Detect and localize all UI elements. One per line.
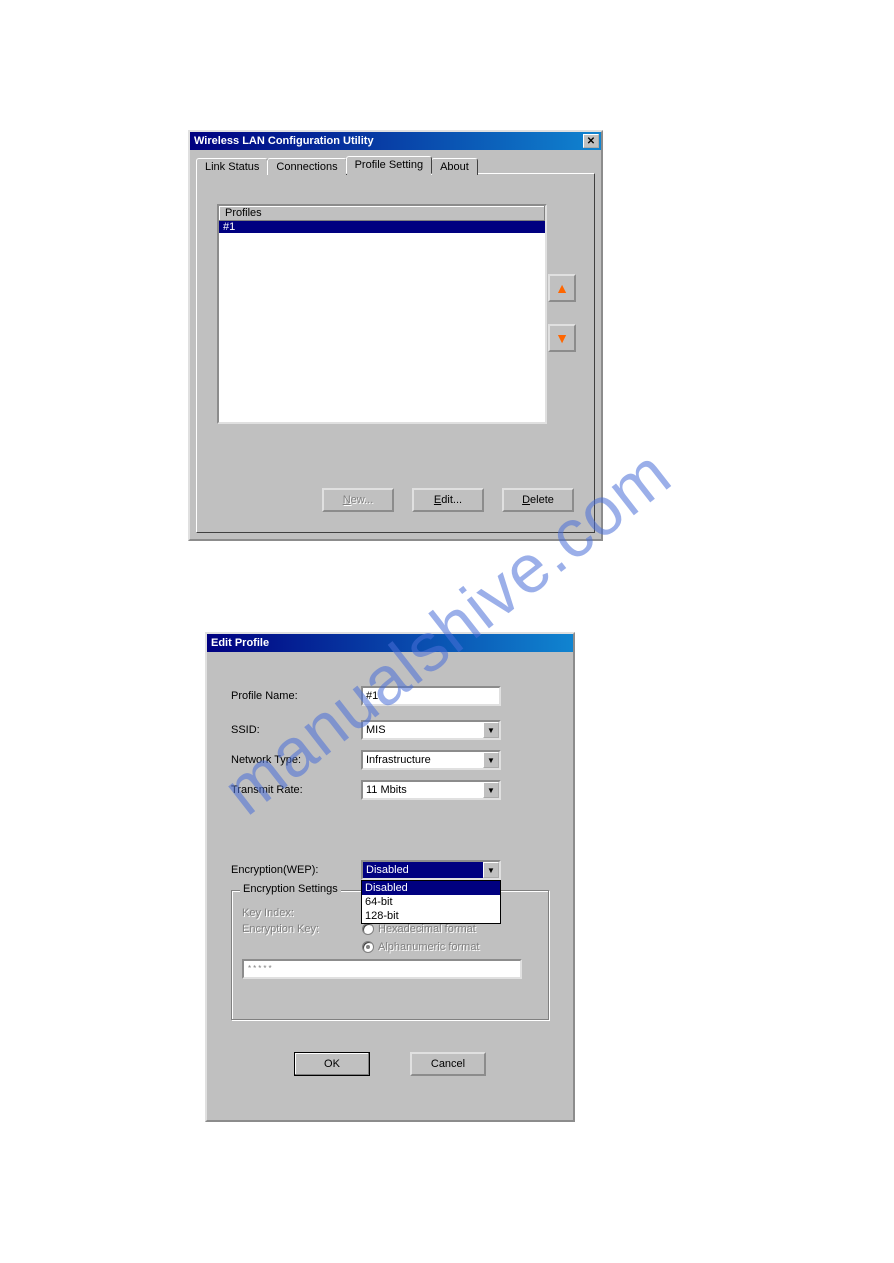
radio-icon [362, 923, 374, 935]
label-network-type: Network Type: [231, 754, 361, 766]
cancel-button[interactable]: Cancel [410, 1052, 486, 1076]
window-wlan-config: Wireless LAN Configuration Utility ✕ Lin… [188, 130, 603, 541]
arrow-down-icon: ▼ [555, 331, 569, 345]
arrow-up-icon: ▲ [555, 281, 569, 295]
row-profile-name: Profile Name: #1 [231, 686, 549, 706]
move-up-button[interactable]: ▲ [548, 274, 576, 302]
radio-icon [362, 941, 374, 953]
tab-profile-setting[interactable]: Profile Setting [346, 156, 432, 174]
combo-enc-text: Disabled [363, 862, 483, 878]
delete-label: Delete [522, 494, 554, 506]
new-label: New... [343, 494, 374, 506]
tab-link-status[interactable]: Link Status [196, 158, 268, 175]
row-encryption: Encryption(WEP): Disabled ▼ Disabled 64-… [231, 860, 549, 880]
label-profile-name: Profile Name: [231, 690, 361, 702]
combo-encryption[interactable]: Disabled ▼ Disabled 64-bit 128-bit [361, 860, 501, 880]
edit-label: Edit... [434, 494, 462, 506]
tab-panel-profile: Profiles #1 ▲ ▼ New... Edit... Delete [196, 173, 595, 533]
tab-strip: Link Status Connections Profile Setting … [196, 156, 595, 173]
combo-tr-text: 11 Mbits [363, 782, 483, 798]
combo-ssid[interactable]: MIS ▼ [361, 720, 501, 740]
dialog-buttons: OK Cancel [231, 1052, 549, 1076]
window-edit-profile: Edit Profile Profile Name: #1 SSID: MIS … [205, 632, 575, 1122]
dropdown-item[interactable]: 128-bit [362, 909, 500, 923]
edit-form: Profile Name: #1 SSID: MIS ▼ Network Typ… [207, 652, 573, 1086]
delete-button[interactable]: Delete [502, 488, 574, 512]
chevron-down-icon[interactable]: ▼ [483, 722, 499, 738]
combo-network-type[interactable]: Infrastructure ▼ [361, 750, 501, 770]
radio-hex[interactable]: Hexadecimal format [362, 923, 476, 935]
row-ssid: SSID: MIS ▼ [231, 720, 549, 740]
profiles-listbox[interactable]: Profiles #1 [217, 204, 547, 424]
chevron-down-icon[interactable]: ▼ [483, 752, 499, 768]
input-encryption-key[interactable]: ***** [242, 959, 522, 979]
chevron-down-icon[interactable]: ▼ [483, 782, 499, 798]
tab-about[interactable]: About [431, 158, 478, 175]
radio-group: Hexadecimal format Alphanumeric format [362, 923, 480, 953]
move-down-button[interactable]: ▼ [548, 324, 576, 352]
radio-hex-label: Hexadecimal format [378, 923, 476, 935]
new-button[interactable]: New... [322, 488, 394, 512]
label-ssid: SSID: [231, 724, 361, 736]
titlebar-edit: Edit Profile [207, 634, 573, 652]
label-transmit-rate: Transmit Rate: [231, 784, 361, 796]
dropdown-item[interactable]: Disabled [362, 881, 500, 895]
close-icon[interactable]: ✕ [583, 134, 599, 148]
label-key-index: Key Index: [242, 907, 362, 919]
groupbox-title: Encryption Settings [240, 883, 341, 895]
ok-button[interactable]: OK [294, 1052, 370, 1076]
titlebar-wlan: Wireless LAN Configuration Utility ✕ [190, 132, 601, 150]
chevron-down-icon[interactable]: ▼ [483, 862, 499, 878]
row-network-type: Network Type: Infrastructure ▼ [231, 750, 549, 770]
edit-button[interactable]: Edit... [412, 488, 484, 512]
label-encryption-key: Encryption Key: [242, 923, 362, 935]
combo-transmit-rate[interactable]: 11 Mbits ▼ [361, 780, 501, 800]
input-profile-name[interactable]: #1 [361, 686, 501, 706]
list-item[interactable]: #1 [219, 221, 545, 233]
label-encryption: Encryption(WEP): [231, 864, 361, 876]
row-transmit-rate: Transmit Rate: 11 Mbits ▼ [231, 780, 549, 800]
radio-alpha[interactable]: Alphanumeric format [362, 941, 480, 953]
row-encryption-key: Encryption Key: Hexadecimal format Alpha… [242, 923, 538, 953]
tab-connections[interactable]: Connections [267, 158, 346, 175]
encryption-dropdown[interactable]: Disabled 64-bit 128-bit [361, 880, 501, 924]
profiles-header: Profiles [219, 206, 545, 221]
dropdown-item[interactable]: 64-bit [362, 895, 500, 909]
combo-nt-text: Infrastructure [363, 752, 483, 768]
title-text-edit: Edit Profile [211, 637, 269, 649]
radio-alpha-label: Alphanumeric format [378, 941, 480, 953]
title-text: Wireless LAN Configuration Utility [194, 135, 374, 147]
combo-ssid-text: MIS [363, 722, 483, 738]
